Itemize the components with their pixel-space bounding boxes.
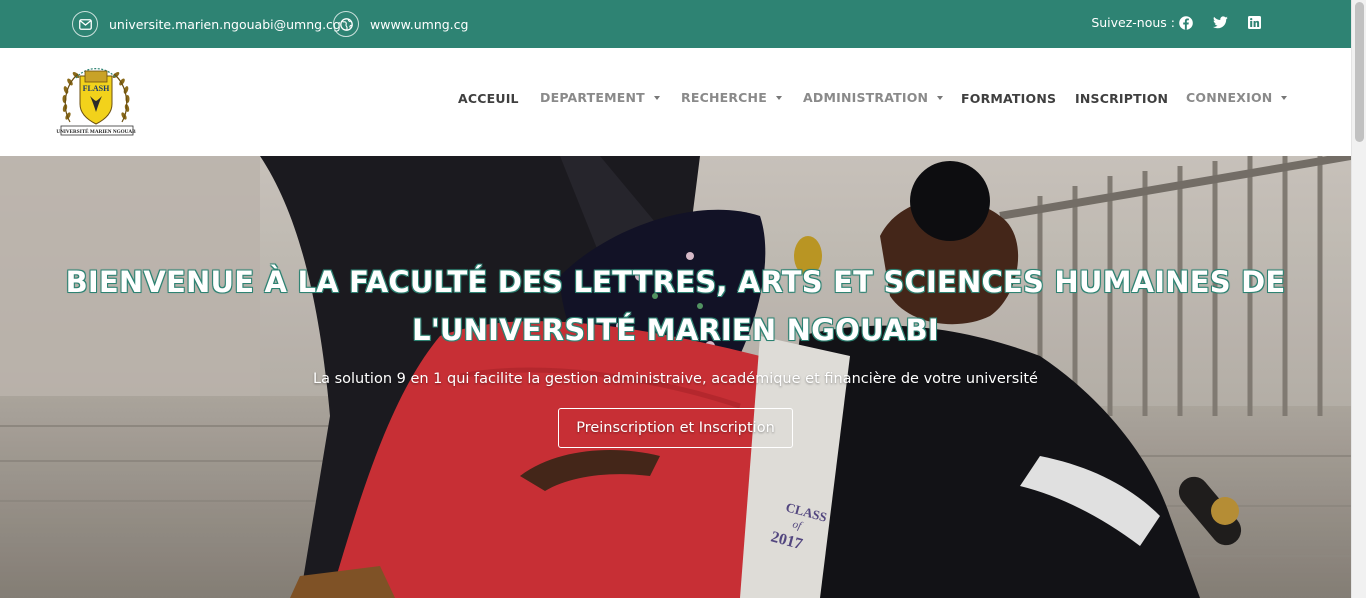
email-contact[interactable]: universite.marien.ngouabi@umng.cg xyxy=(72,11,341,37)
website-text[interactable]: wwww.umng.cg xyxy=(370,17,468,32)
nav-administration[interactable]: ADMINISTRATION xyxy=(803,90,944,105)
preinscription-button-label[interactable]: Preinscription et Inscription xyxy=(576,420,775,436)
nav-label[interactable]: DEPARTEMENT xyxy=(540,90,645,105)
nav-label[interactable]: CONNEXION xyxy=(1186,90,1272,105)
scrollbar-thumb[interactable] xyxy=(1355,2,1364,142)
facebook-icon[interactable] xyxy=(1179,15,1193,30)
nav-departement[interactable]: DEPARTEMENT xyxy=(540,90,660,105)
preinscription-button[interactable]: Preinscription et Inscription xyxy=(558,408,793,448)
top-contact-bar: universite.marien.ngouabi@umng.cg wwww.u… xyxy=(0,0,1351,48)
follow-label: Suivez-nous : xyxy=(1091,15,1175,30)
nav-formations[interactable]: FORMATIONS xyxy=(961,91,1056,106)
nav-inscription[interactable]: INSCRIPTION xyxy=(1075,91,1168,106)
nav-label[interactable]: ACCEUIL xyxy=(458,91,519,106)
site-header: FLASH UNIVERSITÉ MARIEN NGOUABI ACCEUIL … xyxy=(0,48,1351,156)
main-navigation: ACCEUIL DEPARTEMENT RECHERCHE ADMINISTRA… xyxy=(0,48,1351,156)
chevron-down-icon xyxy=(1281,95,1288,100)
nav-label[interactable]: ADMINISTRATION xyxy=(803,90,928,105)
twitter-icon[interactable] xyxy=(1213,16,1228,29)
nav-recherche[interactable]: RECHERCHE xyxy=(681,90,782,105)
page-scrollbar[interactable] xyxy=(1351,0,1366,598)
website-contact[interactable]: wwww.umng.cg xyxy=(333,11,468,37)
hero-title-line2: L'UNIVERSITÉ MARIEN NGOUABI xyxy=(412,313,939,347)
nav-connexion[interactable]: CONNEXION xyxy=(1186,90,1288,105)
linkedin-icon[interactable] xyxy=(1248,16,1261,29)
hero-subtitle: La solution 9 en 1 qui facilite la gesti… xyxy=(313,371,1038,387)
email-text[interactable]: universite.marien.ngouabi@umng.cg xyxy=(109,17,341,32)
chevron-down-icon xyxy=(937,95,944,100)
chevron-down-icon xyxy=(653,95,660,100)
nav-label[interactable]: FORMATIONS xyxy=(961,91,1056,106)
chevron-down-icon xyxy=(775,95,782,100)
nav-label[interactable]: RECHERCHE xyxy=(681,90,767,105)
hero-title-line1: BIENVENUE À LA FACULTÉ DES LETTRES, ARTS… xyxy=(65,265,1286,299)
hero-title: BIENVENUE À LA FACULTÉ DES LETTRES, ARTS… xyxy=(40,258,1311,354)
social-links: Suivez-nous : xyxy=(1091,15,1261,30)
hero-banner: CLASS of 2017 BIENVENUE À LA FACULTÉ DES… xyxy=(0,156,1351,598)
envelope-icon xyxy=(72,11,98,37)
globe-icon xyxy=(333,11,359,37)
nav-label[interactable]: INSCRIPTION xyxy=(1075,91,1168,106)
nav-acceuil[interactable]: ACCEUIL xyxy=(458,91,519,106)
